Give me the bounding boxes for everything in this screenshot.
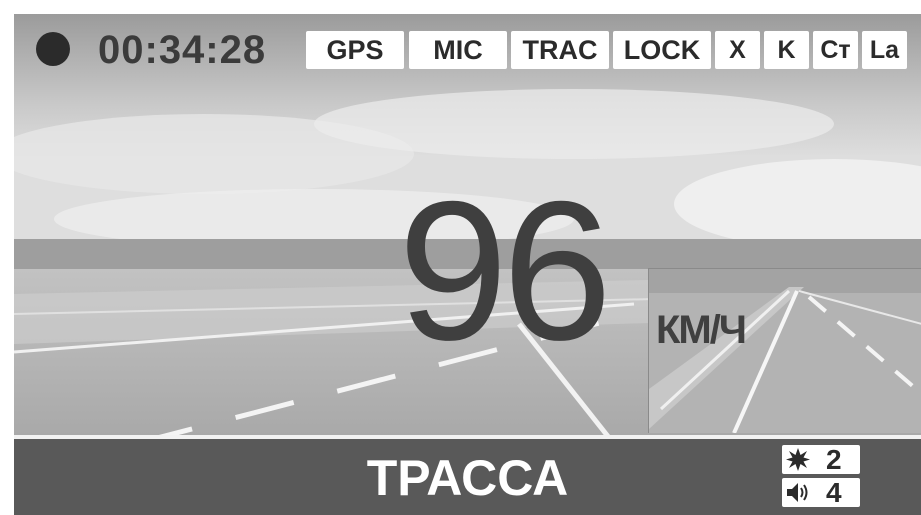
status-bar: 00:34:28 GPS MIC TRAC LOCK X K Cт La [14, 14, 921, 80]
speed-value: 96 [398, 160, 612, 381]
speaker-icon [787, 483, 808, 502]
mic-badge: MIC [409, 31, 507, 69]
elapsed-time: 00:34:28 [98, 28, 267, 72]
recording-dot-icon [36, 32, 70, 66]
x-badge: X [715, 31, 760, 69]
gps-badge: GPS [306, 31, 404, 69]
ct-badge: Cт [813, 31, 858, 69]
dashcam-screen: 00:34:28 GPS MIC TRAC LOCK X K Cт La 96 … [14, 14, 921, 515]
volume-counter: 4 [782, 478, 860, 507]
burst-icon [786, 448, 810, 471]
trac-badge: TRAC [511, 31, 609, 69]
alerts-counter: 2 [782, 445, 860, 474]
speed-unit: КМ/Ч [656, 308, 747, 352]
alerts-count: 2 [826, 444, 842, 475]
volume-level: 4 [826, 477, 842, 508]
lock-badge: LOCK [613, 31, 711, 69]
bottom-bar: ТРАССА 2 4 [14, 435, 921, 515]
k-badge: K [764, 31, 809, 69]
la-badge: La [862, 31, 907, 69]
